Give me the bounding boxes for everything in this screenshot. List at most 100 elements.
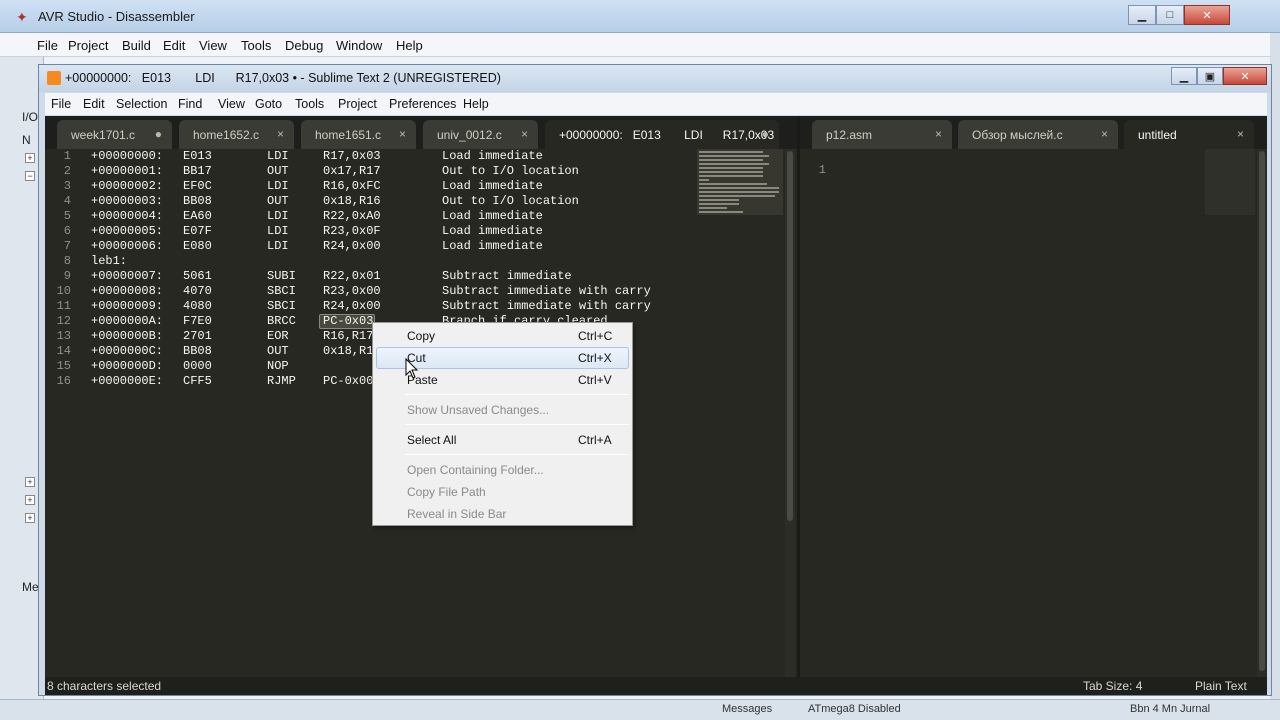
menu-edit[interactable]: Edit	[83, 97, 105, 111]
minimap-line	[699, 199, 739, 201]
avr-menubar: File Project Build Edit View Tools Debug…	[0, 33, 1280, 57]
avr-menu-debug[interactable]: Debug	[285, 38, 323, 53]
scrollbar-thumb[interactable]	[1259, 151, 1265, 671]
code-line: 11 +00000009: 4080 SBCI R24,0x00 Subtract imm…	[45, 299, 785, 314]
scrollbar-thumb[interactable]	[787, 151, 793, 521]
line-address: +00000001:	[91, 164, 164, 178]
menu-item-label: Reveal in Side Bar	[407, 507, 507, 521]
close-tab-icon[interactable]: ×	[521, 127, 528, 141]
minimap-line	[699, 167, 763, 169]
line-address: leb1:	[91, 254, 128, 268]
line-mnemonic: SBCI	[267, 299, 296, 313]
avr-menu-view[interactable]: View	[199, 38, 227, 53]
tab-label: home1651.c	[315, 128, 382, 142]
menu-selection[interactable]: Selection	[116, 97, 167, 111]
line-number: 13	[56, 329, 71, 343]
menu-view[interactable]: View	[218, 97, 245, 111]
avr-app-icon: ✦	[16, 9, 28, 25]
tab-home1651[interactable]: home1651.c ×	[301, 120, 416, 149]
tree-expand-icon[interactable]: +	[25, 153, 35, 163]
menu-find[interactable]: Find	[178, 97, 202, 111]
line-mnemonic: OUT	[267, 194, 289, 208]
menu-item-select-all[interactable]: Select All Ctrl+A	[376, 429, 629, 451]
menu-item-show-unsaved[interactable]: Show Unsaved Changes...	[376, 399, 629, 421]
close-tab-icon[interactable]: ×	[1101, 127, 1108, 141]
tab-p12-asm[interactable]: p12.asm ×	[812, 120, 952, 149]
tree-collapse-icon[interactable]: −	[25, 171, 35, 181]
line-args: R24,0x00	[323, 299, 381, 313]
maximize-icon[interactable]: ▣	[1197, 67, 1223, 85]
line-comment: Load immediate	[442, 239, 543, 253]
code-line: 9 +00000007: 5061 SUBI R22,0x01 Subtract imme…	[45, 269, 785, 284]
avr-menu-file[interactable]: File	[37, 38, 58, 53]
tab-untitled[interactable]: untitled ×	[1124, 120, 1254, 149]
tabbar-left: week1701.c ● home1652.c × home1651.c × u…	[45, 116, 797, 149]
scrollbar-left[interactable]	[785, 149, 795, 677]
scrollbar-right[interactable]	[1257, 149, 1267, 677]
tab-univ-0012[interactable]: univ_0012.c ×	[423, 120, 538, 149]
tab-obzor-mysley[interactable]: Обзор мыслей.c ×	[958, 120, 1118, 149]
avr-menu-project[interactable]: Project	[68, 38, 108, 53]
code-line: 3 +00000002: EF0C LDI R16,0xFC Load immediate	[45, 179, 785, 194]
code-line: 4 +00000003: BB08 OUT 0x18,R16 Out to I/O loc…	[45, 194, 785, 209]
tree-expand-icon[interactable]: +	[25, 513, 35, 523]
menu-goto[interactable]: Goto	[255, 97, 282, 111]
tree-expand-icon[interactable]: +	[25, 477, 35, 487]
minimap-right[interactable]	[1205, 149, 1255, 215]
menu-help[interactable]: Help	[463, 97, 489, 111]
line-mnemonic: OUT	[267, 344, 289, 358]
minimap-left[interactable]	[697, 149, 783, 215]
avr-menu-help[interactable]: Help	[396, 38, 423, 53]
menu-item-shortcut: Ctrl+X	[578, 351, 612, 365]
menu-preferences[interactable]: Preferences	[389, 97, 456, 111]
menu-file[interactable]: File	[51, 97, 71, 111]
minimap-line	[699, 183, 767, 185]
minimize-icon[interactable]: ▁	[1171, 67, 1197, 85]
line-address: +0000000C:	[91, 344, 164, 358]
menu-tools[interactable]: Tools	[295, 97, 324, 111]
menu-item-copy-path[interactable]: Copy File Path	[376, 481, 629, 503]
close-tab-icon[interactable]: ×	[277, 127, 284, 141]
line-mnemonic: LDI	[267, 149, 289, 163]
avr-menu-tools[interactable]: Tools	[241, 38, 271, 53]
maximize-icon[interactable]: □	[1156, 5, 1184, 25]
tabbar-right: p12.asm × Обзор мыслей.c × untitled ×	[800, 116, 1267, 149]
close-icon[interactable]: ✕	[1184, 5, 1230, 25]
minimap-line	[699, 159, 763, 161]
line-opcode: F7E0	[183, 314, 212, 328]
line-number: 3	[63, 179, 71, 193]
me-label: Me	[22, 580, 39, 594]
tab-home1652[interactable]: home1652.c ×	[179, 120, 294, 149]
avr-menu-window[interactable]: Window	[336, 38, 382, 53]
menu-item-reveal[interactable]: Reveal in Side Bar	[376, 503, 629, 525]
menu-item-open-folder[interactable]: Open Containing Folder...	[376, 459, 629, 481]
pane-divider[interactable]	[797, 116, 800, 677]
avr-menu-edit[interactable]: Edit	[163, 38, 185, 53]
tab-label: p12.asm	[826, 128, 873, 142]
line-address: +00000005:	[91, 224, 164, 238]
tab-week1701[interactable]: week1701.c ●	[57, 120, 172, 149]
close-icon[interactable]: ✕	[1223, 67, 1267, 85]
line-opcode: 2701	[183, 329, 212, 343]
line-args: R24,0x00	[323, 239, 381, 253]
sublime-menubar: File Edit Selection Find View Goto Tools…	[45, 93, 1267, 115]
tab-size-status[interactable]: Tab Size: 4	[1083, 679, 1142, 693]
menu-item-copy[interactable]: Copy Ctrl+C	[376, 325, 629, 347]
sublime-titlebar: +00000000: E013 LDI R17,0x03 • - Sublime…	[39, 65, 1271, 92]
tree-expand-icon[interactable]: +	[25, 495, 35, 505]
close-tab-icon[interactable]: ×	[1237, 127, 1244, 141]
line-comment: Load immediate	[442, 224, 543, 238]
unsaved-dot-icon[interactable]: ●	[762, 127, 769, 141]
tab-disassembly[interactable]: +00000000: E013 LDI R17,0x03 ●	[545, 120, 779, 149]
close-tab-icon[interactable]: ×	[935, 127, 942, 141]
line-args: 0x17,R17	[323, 164, 381, 178]
unsaved-dot-icon[interactable]: ●	[155, 127, 162, 141]
avr-menu-build[interactable]: Build	[122, 38, 151, 53]
syntax-status[interactable]: Plain Text	[1195, 679, 1247, 693]
code-line: 1	[800, 149, 1200, 177]
minimize-icon[interactable]: ▁	[1128, 5, 1156, 25]
line-number: 5	[63, 209, 71, 223]
minimap-line	[699, 163, 769, 165]
menu-project[interactable]: Project	[338, 97, 377, 111]
close-tab-icon[interactable]: ×	[399, 127, 406, 141]
